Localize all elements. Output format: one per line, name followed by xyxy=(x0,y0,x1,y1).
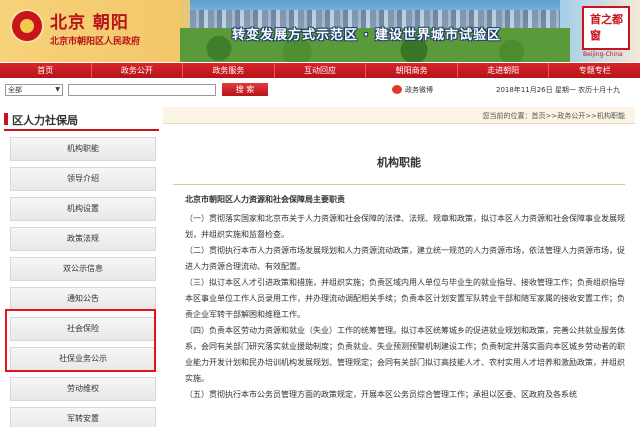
sidebar-menu: 机构职能 领导介绍 机构设置 政策法规 双公示信息 通知公告 社会保险 社保业务… xyxy=(4,137,159,427)
sidebar-item-labor-rights[interactable]: 劳动维权 xyxy=(10,377,156,401)
article-heading: 北京市朝阳区人力资源和社会保障局主要职责 xyxy=(185,195,345,204)
title-divider xyxy=(173,184,625,185)
chevron-down-icon: ▼ xyxy=(55,86,60,93)
current-date: 2018年11月26日 星期一 农历十月十九 xyxy=(496,86,621,94)
article-paragraph: （五）贯彻执行本市公务员管理方面的政策规定，开展本区公务员综合管理工作；承担以区… xyxy=(185,390,577,399)
sidebar-title: 区人力社保局 xyxy=(12,114,78,127)
sidebar-item-policies[interactable]: 政策法规 xyxy=(10,227,156,251)
weibo-icon[interactable] xyxy=(392,85,402,94)
search-bar: 全部 ▼ 搜 索 政务微博 2018年11月26日 星期一 农历十月十九 xyxy=(0,81,640,98)
article-body: 北京市朝阳区人力资源和社会保障局主要职责 （一）贯彻落实国家和北京市关于人力资源… xyxy=(185,192,625,403)
seal-caption: Beijing-China xyxy=(583,51,623,58)
main-content: 机构职能 北京市朝阳区人力资源和社会保障局主要职责 （一）贯彻落实国家和北京市关… xyxy=(163,126,635,427)
nav-item-gov-services[interactable]: 政务服务 xyxy=(183,63,275,78)
site-subtitle: 北京市朝阳区人民政府 xyxy=(50,37,141,47)
weibo-link[interactable]: 政务微博 xyxy=(405,85,433,95)
nav-item-interaction[interactable]: 互动回应 xyxy=(275,63,367,78)
search-input[interactable] xyxy=(68,84,216,96)
search-scope-value: 全部 xyxy=(8,86,22,94)
sidebar-item-functions[interactable]: 机构职能 xyxy=(10,137,156,161)
banner-slogan: 转变发展方式示范区 · 建设世界城市试验区 xyxy=(232,28,501,43)
sidebar-item-veteran-placement[interactable]: 军转安置 xyxy=(10,407,156,427)
article-paragraph: （三）拟订本区人才引进政策和措施，并组织实施；负责区域内用人单位与毕业生的就业指… xyxy=(185,278,625,319)
capital-seal-logo: 首之都窗 xyxy=(582,6,630,50)
nav-item-commerce[interactable]: 朝阳商务 xyxy=(366,63,458,78)
sidebar-item-structure[interactable]: 机构设置 xyxy=(10,197,156,221)
sidebar-title-marker xyxy=(4,113,8,125)
page-title: 机构职能 xyxy=(377,156,421,169)
site-title[interactable]: 北京 朝阳 xyxy=(50,8,129,33)
nav-item-home[interactable]: 首页 xyxy=(0,63,92,78)
sidebar-item-leaders[interactable]: 领导介绍 xyxy=(10,167,156,191)
search-button[interactable]: 搜 索 xyxy=(222,83,268,96)
sidebar-item-notices[interactable]: 通知公告 xyxy=(10,287,156,311)
seal-text: 首之都窗 xyxy=(590,13,623,42)
sidebar-item-social-insurance[interactable]: 社会保险 xyxy=(10,317,156,341)
nav-item-topics[interactable]: 专题专栏 xyxy=(549,63,640,78)
article-paragraph: （四）负责本区劳动力资源和就业（失业）工作的统筹管理。拟订本区统筹城乡的促进就业… xyxy=(185,326,625,383)
main-nav: 首页 政务公开 政务服务 互动回应 朝阳商务 走进朝阳 专题专栏 xyxy=(0,63,640,78)
sidebar-item-insurance-disclosure[interactable]: 社保业务公示 xyxy=(10,347,156,371)
sidebar-item-dual-disclosure[interactable]: 双公示信息 xyxy=(10,257,156,281)
breadcrumb[interactable]: 您当前的位置：首页>>政务公开>>机构职能 xyxy=(483,111,625,121)
sidebar-header: 区人力社保局 xyxy=(4,107,159,131)
chaoyang-logo-icon[interactable] xyxy=(10,9,44,43)
search-scope-select[interactable]: 全部 ▼ xyxy=(5,84,63,96)
nav-item-gov-affairs[interactable]: 政务公开 xyxy=(92,63,184,78)
nav-item-about[interactable]: 走进朝阳 xyxy=(458,63,550,78)
header-banner: 北京 朝阳 北京市朝阳区人民政府 转变发展方式示范区 · 建设世界城市试验区 首… xyxy=(0,0,640,62)
article-paragraph: （一）贯彻落实国家和北京市关于人力资源和社会保障的法律、法规、规章和政策，拟订本… xyxy=(185,214,625,239)
breadcrumb-bar: 您当前的位置：首页>>政务公开>>机构职能 xyxy=(163,107,635,124)
article-paragraph: （二）贯彻执行本市人力资源市场发展规划和人力资源流动政策，建立统一规范的人力资源… xyxy=(185,246,625,271)
sidebar: 区人力社保局 机构职能 领导介绍 机构设置 政策法规 双公示信息 通知公告 社会… xyxy=(4,107,159,427)
